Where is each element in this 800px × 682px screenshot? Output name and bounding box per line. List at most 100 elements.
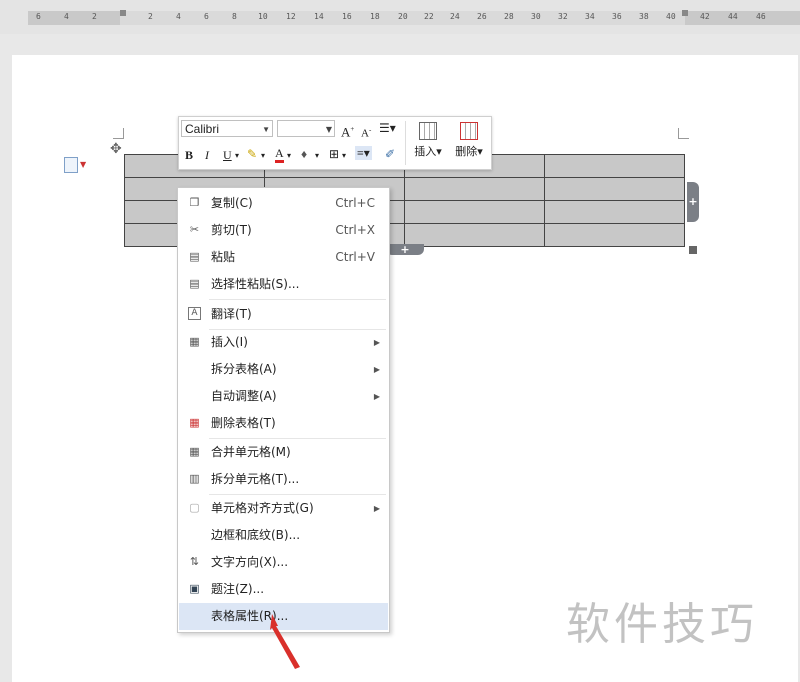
menu-item-caption[interactable]: ▣ 题注(Z)... — [179, 576, 388, 603]
font-name-select[interactable]: Calibri ▼ — [181, 120, 273, 137]
menu-item-cell-alignment[interactable]: ▢ 单元格对齐方式(G) ▶ — [179, 495, 388, 522]
text-direction-icon: ⇅ — [189, 555, 200, 568]
menu-item-text-direction[interactable]: ⇅ 文字方向(X)... — [179, 549, 388, 576]
caption-icon: ▣ — [189, 582, 200, 595]
menu-separator — [209, 299, 386, 300]
submenu-arrow-icon: ▶ — [373, 392, 380, 401]
crop-mark — [113, 128, 124, 139]
menu-item-shortcut: Ctrl+V — [335, 250, 375, 264]
table-insert-icon — [419, 122, 437, 140]
delete-label: 删除 — [455, 145, 478, 158]
submenu-arrow-icon: ▶ — [373, 338, 380, 347]
font-size-select[interactable]: ▼ — [277, 120, 335, 137]
floating-format-toolbar: Calibri ▼ ▼ A+ A- ☰▾ B I U ▾ ✎ ▾ A ▾ ♦ ▾… — [178, 116, 492, 170]
right-indent-marker[interactable] — [682, 10, 688, 16]
font-color-button[interactable]: A — [275, 147, 284, 163]
ruler-tick: 42 — [700, 12, 710, 21]
paragraph-layout-icon[interactable] — [64, 157, 78, 173]
chevron-down-icon[interactable]: ▼ — [326, 121, 332, 138]
table-cell[interactable] — [404, 223, 545, 247]
menu-item-split-cells[interactable]: ▥ 拆分单元格(T)... — [179, 466, 388, 493]
insert-button[interactable]: 插入▾ — [408, 122, 448, 159]
ruler-tick: 18 — [370, 12, 380, 21]
delete-button[interactable]: 删除▾ — [449, 122, 489, 159]
ruler-tick: 40 — [666, 12, 676, 21]
grow-font-button[interactable]: A+ — [341, 122, 354, 139]
chevron-down-icon[interactable]: ▾ — [315, 149, 319, 163]
paste-special-icon: ▤ — [189, 277, 200, 290]
table-resize-handle[interactable] — [689, 246, 697, 254]
menu-item-borders-shading[interactable]: 边框和底纹(B)... — [179, 522, 388, 549]
ruler-tick: 6 — [204, 12, 209, 21]
grow-font-label: A — [341, 124, 351, 140]
horizontal-ruler[interactable]: 6 4 2 2 4 6 8 10 12 14 16 18 20 22 24 26… — [0, 0, 800, 34]
menu-item-split-table[interactable]: 拆分表格(A) ▶ — [179, 356, 388, 383]
ruler-tick: 10 — [258, 12, 268, 21]
table-cell[interactable] — [404, 177, 545, 201]
menu-item-label: 剪切(T) — [211, 223, 252, 237]
insert-label: 插入 — [414, 145, 437, 158]
menu-item-shortcut: Ctrl+X — [335, 223, 375, 237]
table-move-handle-icon[interactable]: ✥ — [110, 141, 122, 157]
chevron-down-icon[interactable]: ▼ — [262, 121, 270, 138]
line-spacing-icon[interactable]: ☰▾ — [379, 121, 396, 135]
chevron-down-icon[interactable]: ▾ — [342, 149, 346, 163]
italic-button[interactable]: I — [205, 148, 209, 162]
shrink-font-label: A — [361, 127, 369, 140]
table-cell[interactable] — [544, 200, 685, 224]
add-column-button[interactable]: + — [687, 182, 699, 222]
format-painter-icon[interactable]: ✐ — [385, 147, 395, 161]
left-indent-marker[interactable] — [120, 10, 126, 16]
highlighter-icon[interactable]: ✎ — [247, 147, 257, 161]
cell-align-icon: ▢ — [189, 501, 200, 514]
menu-item-copy[interactable]: ❐ 复制(C) Ctrl+C — [179, 190, 388, 217]
borders-icon[interactable]: ⊞ — [329, 147, 339, 161]
watermark-text: 软件技巧 — [566, 599, 758, 650]
ruler-tick: 6 — [36, 12, 41, 21]
ruler-tick: 46 — [756, 12, 766, 21]
menu-item-label: 拆分单元格(T)... — [211, 472, 300, 486]
ruler-tick: 34 — [585, 12, 595, 21]
menu-item-translate[interactable]: A 翻译(T) — [179, 301, 388, 328]
chevron-down-icon[interactable]: ▼ — [80, 160, 86, 169]
ruler-tick: 4 — [64, 12, 69, 21]
context-menu: ❐ 复制(C) Ctrl+C ✂ 剪切(T) Ctrl+X ▤ 粘贴 Ctrl+… — [177, 187, 390, 633]
ruler-tick: 2 — [92, 12, 97, 21]
ruler-tick: 20 — [398, 12, 408, 21]
ruler-tick: 44 — [728, 12, 738, 21]
table-cell[interactable] — [544, 154, 685, 178]
menu-item-label: 翻译(T) — [211, 307, 252, 321]
ruler-tick: 2 — [148, 12, 153, 21]
font-name-value: Calibri — [185, 122, 220, 136]
menu-item-label: 复制(C) — [211, 196, 253, 210]
table-cell[interactable] — [544, 177, 685, 201]
table-cell[interactable] — [544, 223, 685, 247]
table-cell[interactable] — [404, 200, 545, 224]
table-delete-icon — [460, 122, 478, 140]
menu-item-paste-special[interactable]: ▤ 选择性粘贴(S)... — [179, 271, 388, 298]
shading-fill-icon[interactable]: ♦ — [301, 147, 307, 161]
menu-item-merge-cells[interactable]: ▦ 合并单元格(M) — [179, 439, 388, 466]
ruler-tick: 22 — [424, 12, 434, 21]
merge-cells-icon: ▦ — [189, 445, 200, 458]
bold-button[interactable]: B — [185, 148, 193, 162]
translate-icon: A — [188, 307, 201, 320]
chevron-down-icon[interactable]: ▾ — [287, 149, 291, 163]
menu-item-autofit[interactable]: 自动调整(A) ▶ — [179, 383, 388, 410]
shrink-font-button[interactable]: A- — [361, 123, 371, 141]
ruler-tick: 4 — [176, 12, 181, 21]
menu-item-paste[interactable]: ▤ 粘贴 Ctrl+V — [179, 244, 388, 271]
menu-item-delete-table[interactable]: ▦ 删除表格(T) — [179, 410, 388, 437]
ruler-tick: 24 — [450, 12, 460, 21]
chevron-down-icon[interactable]: ▾ — [235, 149, 239, 163]
chevron-down-icon[interactable]: ▾ — [261, 149, 265, 163]
menu-item-insert[interactable]: ▦ 插入(I) ▶ — [179, 329, 388, 356]
underline-button[interactable]: U — [223, 148, 232, 162]
copy-icon: ❐ — [189, 196, 200, 209]
align-icon[interactable]: ≡▾ — [355, 146, 372, 160]
menu-item-cut[interactable]: ✂ 剪切(T) Ctrl+X — [179, 217, 388, 244]
add-row-button[interactable]: + — [386, 244, 424, 255]
menu-item-label: 粘贴 — [211, 250, 236, 264]
menu-item-label: 自动调整(A) — [211, 389, 277, 403]
menu-item-label: 单元格对齐方式(G) — [211, 501, 314, 515]
